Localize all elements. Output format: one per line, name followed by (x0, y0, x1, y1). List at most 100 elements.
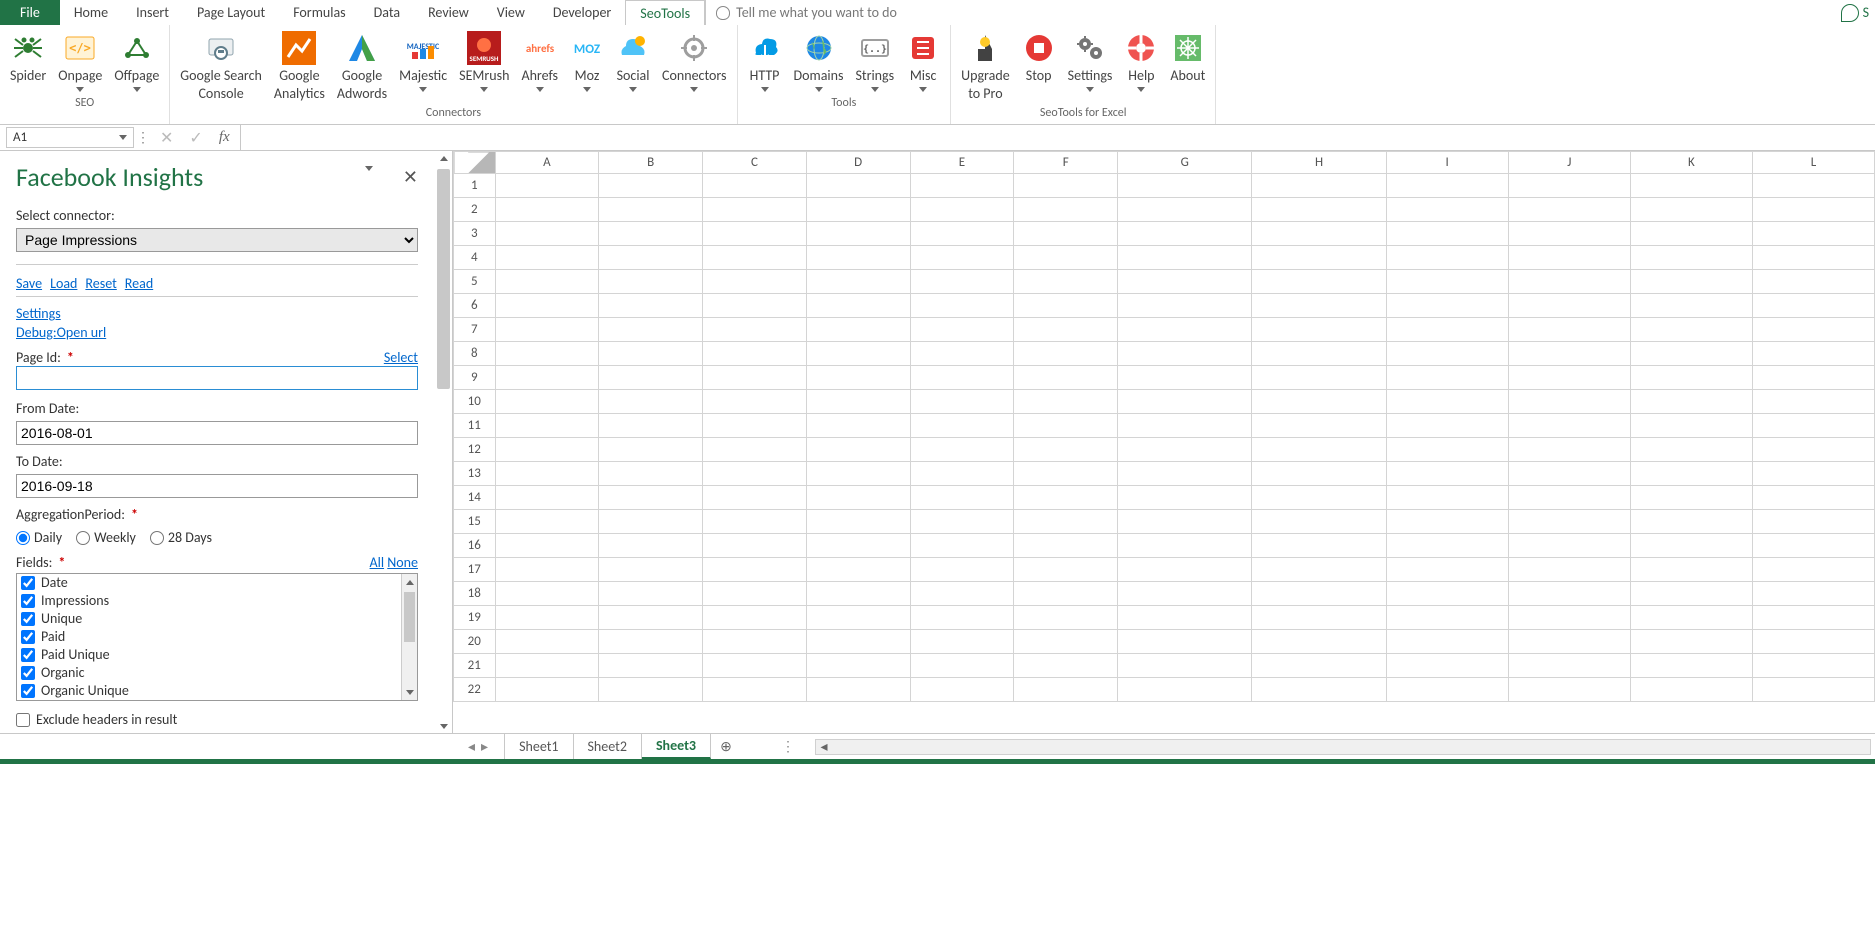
cell-J16[interactable] (1508, 534, 1630, 558)
cell-K10[interactable] (1630, 390, 1752, 414)
cell-L4[interactable] (1752, 246, 1874, 270)
cell-B8[interactable] (599, 342, 703, 366)
row-header-5[interactable]: 5 (454, 270, 496, 294)
cell-G13[interactable] (1118, 462, 1252, 486)
row-header-7[interactable]: 7 (454, 318, 496, 342)
cell-H3[interactable] (1252, 222, 1386, 246)
cell-J22[interactable] (1508, 678, 1630, 702)
cell-K1[interactable] (1630, 174, 1752, 198)
row-header-8[interactable]: 8 (454, 342, 496, 366)
cell-C5[interactable] (703, 270, 807, 294)
cell-C15[interactable] (703, 510, 807, 534)
cell-G6[interactable] (1118, 294, 1252, 318)
cell-I10[interactable] (1386, 390, 1508, 414)
scroll-down-icon[interactable] (402, 684, 417, 700)
cell-H7[interactable] (1252, 318, 1386, 342)
cell-I4[interactable] (1386, 246, 1508, 270)
ribbon-stop-button[interactable]: Stop (1016, 29, 1062, 87)
settings-link[interactable]: Settings (16, 305, 61, 322)
cell-E18[interactable] (910, 582, 1014, 606)
cell-C21[interactable] (703, 654, 807, 678)
cell-I16[interactable] (1386, 534, 1508, 558)
column-header-H[interactable]: H (1252, 152, 1386, 174)
cell-A15[interactable] (495, 510, 599, 534)
cell-K19[interactable] (1630, 606, 1752, 630)
row-header-12[interactable]: 12 (454, 438, 496, 462)
cell-H10[interactable] (1252, 390, 1386, 414)
cell-I15[interactable] (1386, 510, 1508, 534)
menu-tab-insert[interactable]: Insert (122, 0, 183, 25)
cell-L7[interactable] (1752, 318, 1874, 342)
menu-tab-data[interactable]: Data (360, 0, 414, 25)
sheet-tab-sheet2[interactable]: Sheet2 (574, 734, 642, 759)
cell-A14[interactable] (495, 486, 599, 510)
cell-J9[interactable] (1508, 366, 1630, 390)
load-link[interactable]: Load (50, 275, 77, 292)
ribbon-strings-button[interactable]: {..}Strings (849, 29, 900, 94)
cell-L6[interactable] (1752, 294, 1874, 318)
cell-E20[interactable] (910, 630, 1014, 654)
cell-D15[interactable] (806, 510, 910, 534)
cell-H13[interactable] (1252, 462, 1386, 486)
cell-J6[interactable] (1508, 294, 1630, 318)
cell-L3[interactable] (1752, 222, 1874, 246)
ribbon-about-button[interactable]: About (1164, 29, 1211, 87)
cell-B19[interactable] (599, 606, 703, 630)
cell-E13[interactable] (910, 462, 1014, 486)
cell-L20[interactable] (1752, 630, 1874, 654)
cell-G4[interactable] (1118, 246, 1252, 270)
cell-H19[interactable] (1252, 606, 1386, 630)
cell-B12[interactable] (599, 438, 703, 462)
cell-F18[interactable] (1014, 582, 1118, 606)
ribbon-moz-button[interactable]: MOZMoz (564, 29, 610, 94)
cell-L14[interactable] (1752, 486, 1874, 510)
cell-H20[interactable] (1252, 630, 1386, 654)
agg-daily-radio[interactable]: Daily (16, 529, 62, 546)
column-header-L[interactable]: L (1752, 152, 1874, 174)
cell-D3[interactable] (806, 222, 910, 246)
cell-B17[interactable] (599, 558, 703, 582)
column-header-E[interactable]: E (910, 152, 1014, 174)
ribbon-majestic-button[interactable]: MAJESTICMajestic (393, 29, 453, 94)
menu-tab-file[interactable]: File (0, 0, 60, 25)
menu-tab-view[interactable]: View (483, 0, 539, 25)
scroll-up-icon[interactable] (437, 151, 450, 165)
menu-tab-seotools[interactable]: SeoTools (625, 0, 705, 25)
cell-F20[interactable] (1014, 630, 1118, 654)
menu-tab-home[interactable]: Home (60, 0, 122, 25)
cell-L15[interactable] (1752, 510, 1874, 534)
cell-A13[interactable] (495, 462, 599, 486)
cell-B2[interactable] (599, 198, 703, 222)
cell-I20[interactable] (1386, 630, 1508, 654)
scroll-up-icon[interactable] (402, 574, 417, 590)
cell-J15[interactable] (1508, 510, 1630, 534)
cell-F16[interactable] (1014, 534, 1118, 558)
cell-G3[interactable] (1118, 222, 1252, 246)
close-icon[interactable]: ✕ (403, 166, 418, 188)
cell-J10[interactable] (1508, 390, 1630, 414)
cell-G17[interactable] (1118, 558, 1252, 582)
cell-B10[interactable] (599, 390, 703, 414)
cell-D2[interactable] (806, 198, 910, 222)
cell-H2[interactable] (1252, 198, 1386, 222)
field-checkbox-organic[interactable]: Organic (17, 664, 401, 682)
cell-J18[interactable] (1508, 582, 1630, 606)
cell-F1[interactable] (1014, 174, 1118, 198)
cell-G19[interactable] (1118, 606, 1252, 630)
sheet-nav-next-icon[interactable]: ▸ (481, 738, 488, 755)
cell-J1[interactable] (1508, 174, 1630, 198)
cell-B7[interactable] (599, 318, 703, 342)
cell-I2[interactable] (1386, 198, 1508, 222)
cell-H8[interactable] (1252, 342, 1386, 366)
cell-K22[interactable] (1630, 678, 1752, 702)
add-sheet-button[interactable]: ⊕ (711, 734, 741, 759)
cell-C11[interactable] (703, 414, 807, 438)
cell-E10[interactable] (910, 390, 1014, 414)
cell-D6[interactable] (806, 294, 910, 318)
cell-C19[interactable] (703, 606, 807, 630)
row-header-17[interactable]: 17 (454, 558, 496, 582)
cell-D16[interactable] (806, 534, 910, 558)
cell-E9[interactable] (910, 366, 1014, 390)
column-header-I[interactable]: I (1386, 152, 1508, 174)
cell-E12[interactable] (910, 438, 1014, 462)
